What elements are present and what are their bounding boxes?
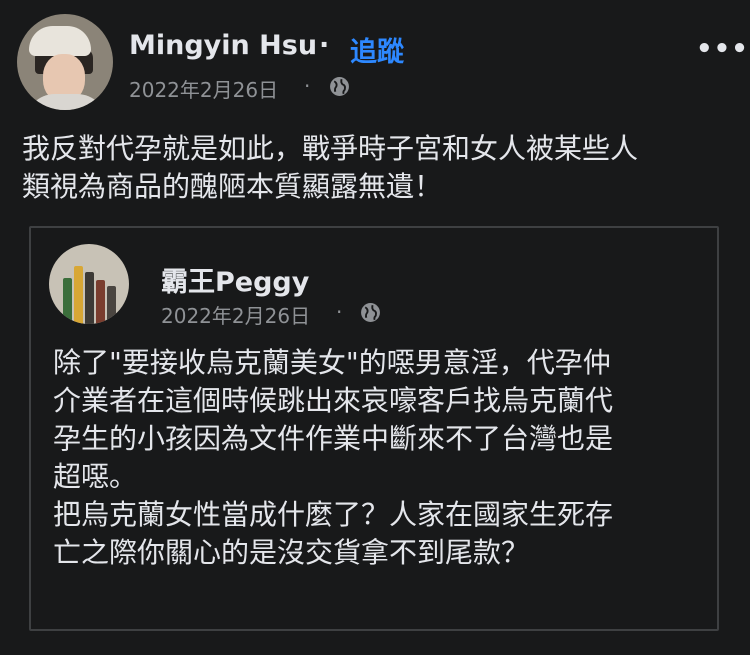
meta-separator: · bbox=[304, 74, 311, 98]
post-text-line: 類視為商品的醜陋本質顯露無遺！ bbox=[22, 170, 443, 203]
globe-icon bbox=[361, 303, 380, 322]
shared-meta-separator: · bbox=[336, 300, 343, 324]
shared-post-avatar[interactable] bbox=[49, 244, 129, 324]
shared-text-line: 介業者在這個時候跳出來哀嚎客戶找烏克蘭代 bbox=[53, 384, 614, 417]
post-date[interactable]: 2022年2月26日 bbox=[129, 74, 278, 103]
shared-text-line: 除了"要接收烏克蘭美女"的噁男意淫，代孕仲 bbox=[53, 346, 611, 379]
shared-text-line: 超噁。 bbox=[53, 460, 138, 493]
name-separator: · bbox=[319, 30, 330, 61]
shared-text-line: 把烏克蘭女性當成什麼了？人家在國家生死存 bbox=[53, 498, 614, 531]
post-body: 我反對代孕就是如此，戰爭時子宮和女人被某些人 類視為商品的醜陋本質顯露無遺！ bbox=[22, 130, 742, 206]
post-avatar[interactable] bbox=[17, 14, 113, 110]
post-author-name[interactable]: Mingyin Hsu bbox=[129, 30, 317, 61]
more-options-button[interactable]: ••• bbox=[696, 34, 749, 64]
shared-post-date[interactable]: 2022年2月26日 bbox=[161, 300, 310, 329]
shared-post-card[interactable]: 霸王Peggy 2022年2月26日 · 除了"要接收烏克蘭美女"的噁男意淫，代… bbox=[29, 226, 719, 631]
follow-button[interactable]: 追蹤 bbox=[350, 30, 404, 69]
shared-text-line: 孕生的小孩因為文件作業中斷來不了台灣也是 bbox=[53, 422, 614, 455]
shared-post-body: 除了"要接收烏克蘭美女"的噁男意淫，代孕仲 介業者在這個時候跳出來哀嚎客戶找烏克… bbox=[53, 344, 713, 572]
shared-text-line: 亡之際你關心的是沒交貨拿不到尾款？ bbox=[53, 536, 530, 569]
globe-icon bbox=[330, 77, 349, 96]
shared-post-author-name[interactable]: 霸王Peggy bbox=[161, 260, 309, 299]
post-text-line: 我反對代孕就是如此，戰爭時子宮和女人被某些人 bbox=[22, 132, 639, 165]
